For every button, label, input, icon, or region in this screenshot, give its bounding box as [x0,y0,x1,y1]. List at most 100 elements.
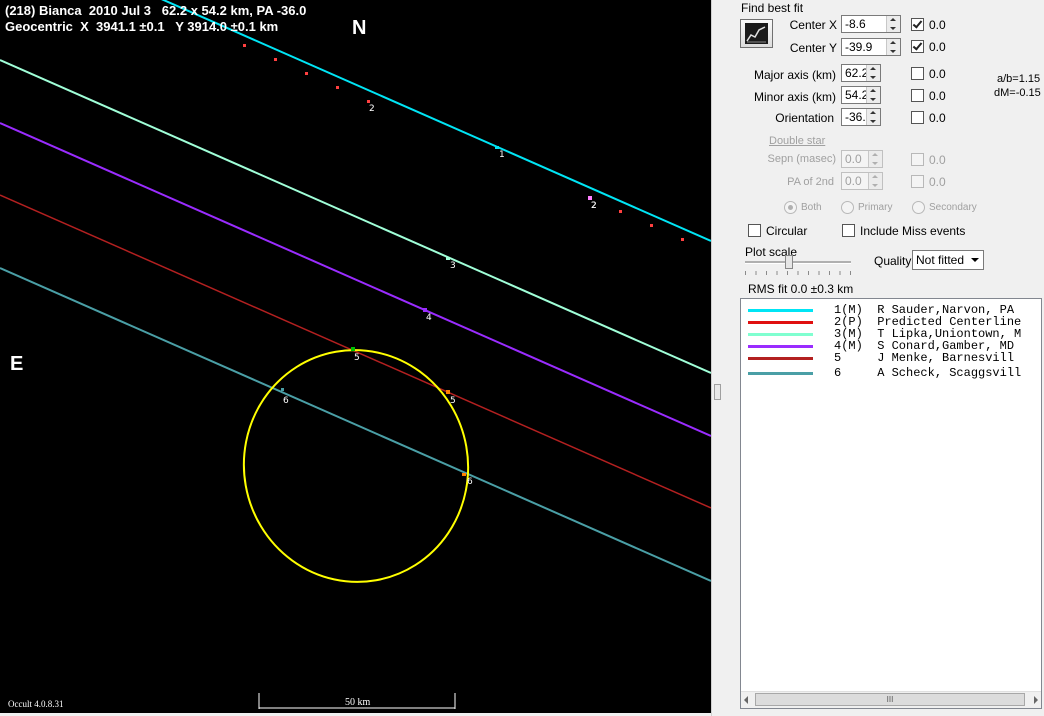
marker-label: 6 [467,477,473,487]
plot-title: (218) Bianca 2010 Jul 3 62.2 x 54.2 km, … [5,3,306,35]
minor-axis-spinner[interactable] [866,87,880,103]
legend-color-swatch [748,309,813,312]
scroll-left-icon[interactable] [744,696,748,704]
observer-legend[interactable]: 1(M) R Sauder,Narvon, PA 2(P) Predicted … [740,298,1042,709]
radio-primary[interactable] [841,201,854,214]
legend-color-swatch [748,321,813,324]
legend-color-swatch [748,345,813,348]
radio-both[interactable] [784,201,797,214]
scrollbar-thumb[interactable]: III [755,693,1025,706]
chord-plot-svg: 2 2 1 2 3 4 5 5 6 6 [0,0,711,709]
center-x-input[interactable]: -8.6 [841,15,901,33]
legend-horizontal-scrollbar[interactable]: III [741,691,1041,708]
legend-row[interactable]: 6 A Scheck, Scaggsvill [741,367,1041,380]
legend-color-swatch [748,333,813,336]
chord-6-line [0,267,711,582]
pa2nd-offset: 0.0 [929,175,946,189]
event-marker [446,257,450,260]
include-miss-label: Include Miss events [860,224,966,238]
legend-color-swatch [748,372,813,375]
major-axis-offset: 0.0 [929,67,946,81]
sepn-spinner[interactable] [868,151,882,167]
minor-axis-offset: 0.0 [929,89,946,103]
sepn-offset: 0.0 [929,153,946,167]
sepn-label: Sepn (masec) [767,153,836,165]
orientation-checkbox[interactable] [911,111,924,124]
marker-label: 2 [369,104,375,114]
north-label: N [352,17,367,39]
legend-text: 5 J Menke, Barnesvill [834,351,1015,365]
marker-label: 5 [450,396,456,406]
legend-color-swatch [748,357,813,360]
plot-scale-slider[interactable] [745,253,851,277]
sepn-input[interactable]: 0.0 [841,150,883,168]
radio-both-label: Both [801,202,822,213]
scale-label: 50 km [345,697,371,708]
slider-track [745,261,851,264]
circular-label: Circular [766,224,808,238]
fit-control-panel: Find best fit Center X -8.6 0.0 Center Y… [721,0,1044,716]
ab-ratio: a/b=1.15 [997,73,1041,85]
marker-label: 1 [499,150,505,160]
double-star-link[interactable]: Double star [769,135,825,147]
center-y-input[interactable]: -39.9 [841,38,901,56]
orientation-label: Orientation [775,111,834,125]
chord-4-line [0,122,711,437]
pa2nd-value: 0.0 [845,174,862,188]
center-y-spinner[interactable] [886,39,900,55]
find-best-fit-label: Find best fit [741,1,804,15]
legend-text: 6 A Scheck, Scaggsvill [834,366,1022,380]
rms-fit-label: RMS fit 0.0 ±0.3 km [748,282,854,296]
event-marker [423,308,427,312]
chord-5-line [0,194,711,509]
radio-primary-label: Primary [858,202,893,213]
pa2nd-checkbox[interactable] [911,175,924,188]
center-y-label: Center Y [789,41,837,55]
version-label: Occult 4.0.8.31 [8,699,64,709]
orientation-offset: 0.0 [929,111,946,125]
scroll-right-icon[interactable] [1034,696,1038,704]
minor-axis-input[interactable]: 54.2 [841,86,881,104]
event-marker [446,390,450,394]
center-x-value: -8.6 [845,17,866,31]
sepn-value: 0.0 [845,152,862,166]
event-marker [588,196,592,200]
marker-label: 6 [283,396,289,406]
pa2nd-spinner[interactable] [868,173,882,189]
chord-3-line [0,59,711,374]
center-x-checkbox[interactable] [911,18,924,31]
circular-checkbox[interactable] [748,224,761,237]
quality-select[interactable]: Not fitted [912,250,984,270]
orientation-spinner[interactable] [866,109,880,125]
major-axis-input[interactable]: 62.2 [841,64,881,82]
minor-axis-value: 54.2 [845,88,869,102]
center-y-checkbox[interactable] [911,40,924,53]
quality-value: Not fitted [916,253,965,267]
major-axis-spinner[interactable] [866,65,880,81]
radio-secondary[interactable] [912,201,925,214]
major-axis-value: 62.2 [845,66,869,80]
dm-value: dM=-0.15 [994,87,1041,99]
pa2nd-label: PA of 2nd [787,176,834,188]
marker-label: 2 [591,201,597,211]
event-marker [495,146,499,149]
sepn-checkbox[interactable] [911,153,924,166]
orientation-input[interactable]: -36.0 [841,108,881,126]
minor-axis-label: Minor axis (km) [753,90,836,104]
legend-row[interactable]: 5 J Menke, Barnesvill [741,352,1041,365]
radio-secondary-label: Secondary [929,202,977,213]
splitter-grip[interactable] [714,384,721,400]
plot-title-line1: (218) Bianca 2010 Jul 3 62.2 x 54.2 km, … [5,3,307,18]
include-miss-checkbox[interactable] [842,224,855,237]
occultation-plot[interactable]: 2 2 1 2 3 4 5 5 6 6 (218) Bianca 2010 Ju… [0,0,711,713]
center-y-value: -39.9 [845,40,873,54]
minor-axis-checkbox[interactable] [911,89,924,102]
plot-title-line2: Geocentric X 3941.1 ±0.1 Y 3914.0 ±0.1 k… [5,19,279,34]
event-marker [281,388,284,391]
east-label: E [10,353,24,375]
pa2nd-input[interactable]: 0.0 [841,172,883,190]
center-x-spinner[interactable] [886,16,900,32]
marker-label: 5 [354,353,360,363]
slider-thumb[interactable] [785,255,793,269]
major-axis-checkbox[interactable] [911,67,924,80]
